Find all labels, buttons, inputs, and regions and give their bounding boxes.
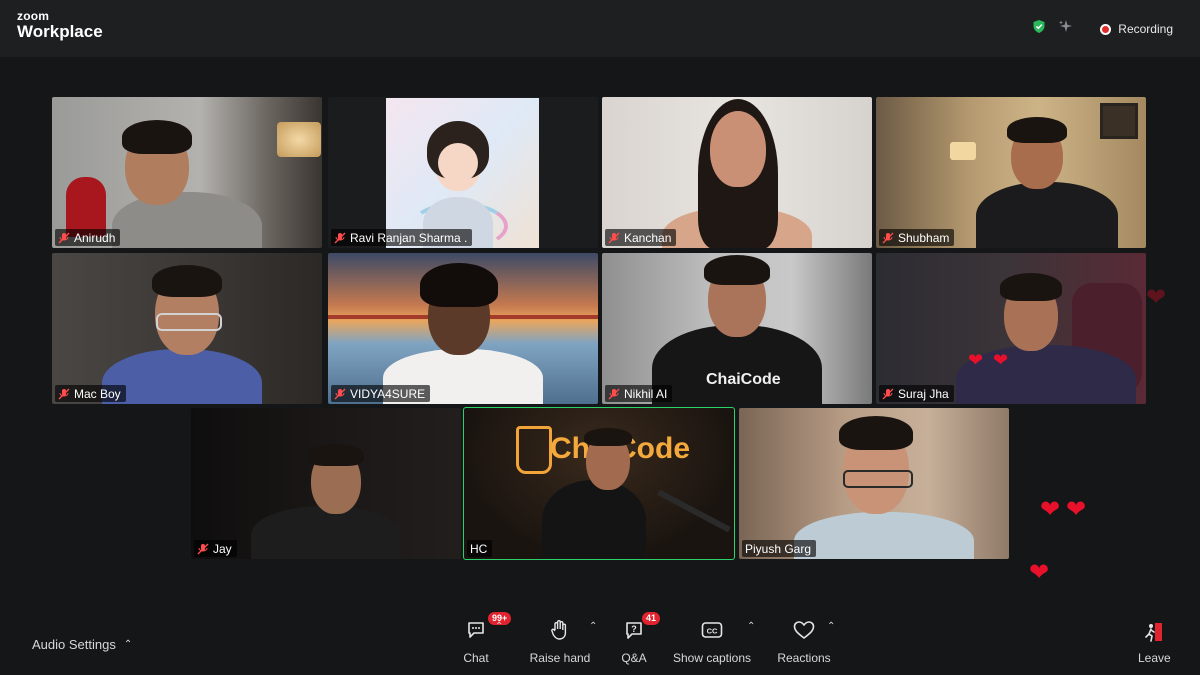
recording-indicator[interactable]: Recording [1100,22,1173,36]
participant-nametag: Piyush Garg [742,540,817,557]
closed-captions-icon: CC [701,622,723,638]
participant-name: VIDYA4SURE [350,386,426,401]
logo-zoom-text: zoom [17,9,50,23]
leave-label: Leave [1138,651,1171,665]
video-tile-ravi-ranjan-sharma[interactable]: Ravi Ranjan Sharma . [328,97,598,248]
mic-muted-icon [882,232,894,243]
video-tile-nikhil-ai[interactable]: ChaiCode Nikhil AI [602,253,872,404]
mic-muted-icon [58,388,70,399]
video-tile-jay[interactable]: Jay [191,408,461,559]
raise-hand-label: Raise hand [529,651,591,665]
heart-reaction-icon: ❤ [1066,496,1087,523]
participant-nametag: Kanchan [605,229,677,246]
encryption-shield-icon[interactable] [1033,20,1045,38]
chevron-up-icon[interactable]: ⌃ [827,621,835,632]
logo-workplace-text: Workplace [17,22,103,41]
recording-dot-icon [1100,23,1112,35]
show-captions-button[interactable]: CC ⌃ Show captions [671,617,755,669]
chevron-up-icon[interactable]: ⌃ [747,621,755,632]
video-tile-anirudh[interactable]: Anirudh [52,97,322,248]
participant-name: Nikhil AI [624,386,668,401]
participant-name: HC [470,541,488,556]
participant-name: Kanchan [624,230,672,245]
participant-name: Suraj Jha [898,386,949,401]
svg-text:CC: CC [707,627,718,636]
heart-reaction-icon: ❤ [1040,496,1061,523]
top-bar: zoom Workplace Recording [0,0,1200,57]
video-tile-suraj-jha[interactable]: Suraj Jha [876,253,1146,404]
app-logo: zoom Workplace [17,10,103,40]
audio-settings-label: Audio Settings [32,637,116,652]
participant-name: Ravi Ranjan Sharma . [350,230,468,245]
mic-muted-icon [334,232,346,243]
heart-reaction-icon: ❤ [1146,284,1167,311]
svg-text:?: ? [631,624,637,634]
mic-muted-icon [197,543,209,554]
mic-muted-icon [608,388,620,399]
video-tile-piyush-garg[interactable]: Piyush Garg [739,408,1009,559]
raise-hand-icon [551,620,567,640]
qa-count-badge: 41 [642,612,661,625]
participant-nametag: Jay [194,540,237,557]
video-tile-mac-boy[interactable]: Mac Boy [52,253,322,404]
chevron-up-icon[interactable]: ⌃ [124,639,132,650]
video-tile-shubham[interactable]: Shubham [876,97,1146,248]
mic-muted-icon [608,232,620,243]
participant-name: Shubham [898,230,950,245]
qa-icon: ? [626,622,642,639]
raise-hand-button[interactable]: ⌃ Raise hand [517,617,603,669]
show-captions-label: Show captions [672,651,752,665]
chat-label: Chat [463,651,489,665]
participant-nametag: Mac Boy [55,385,126,402]
participant-nametag: Suraj Jha [879,385,954,402]
video-tile-hc-active-speaker[interactable]: ChaiCode HC [463,407,735,560]
chat-button[interactable]: 99+ ⌃ Chat [455,612,512,669]
audio-settings-button[interactable]: Audio Settings ⌃ [32,637,132,652]
leave-button[interactable]: Leave [1138,621,1171,665]
participant-name: Piyush Garg [745,541,812,556]
video-tile-vidya4sure[interactable]: VIDYA4SURE [328,253,598,404]
ai-companion-sparkle-icon[interactable] [1059,20,1073,38]
qa-button[interactable]: ? 41 Q&A [609,612,661,669]
participant-nametag: VIDYA4SURE [331,385,431,402]
participant-nametag: HC [467,540,493,557]
chevron-up-icon[interactable]: ⌃ [589,621,597,632]
chat-icon [468,622,484,638]
video-tile-kanchan[interactable]: Kanchan [602,97,872,248]
reactions-button[interactable]: ⌃ Reactions [769,617,839,669]
video-gallery: Anirudh Ravi Ranjan Sharma . Kanchan Shu… [0,57,1200,597]
participant-nametag: Ravi Ranjan Sharma . [331,229,473,246]
participant-name: Mac Boy [74,386,121,401]
chevron-up-icon[interactable]: ⌃ [495,621,503,632]
qa-label: Q&A [621,651,647,665]
participant-nametag: Shubham [879,229,955,246]
heart-outline-icon [793,621,815,639]
participant-nametag: Anirudh [55,229,121,246]
meeting-controls-bar: Audio Settings ⌃ 99+ ⌃ Chat ⌃ Raise hand… [0,597,1200,675]
participant-name: Jay [213,541,232,556]
heart-reaction-icon: ❤ [993,350,1009,370]
mic-muted-icon [58,232,70,243]
participant-nametag: Nikhil AI [605,385,673,402]
recording-label: Recording [1118,22,1173,36]
reactions-label: Reactions [777,651,831,665]
mic-muted-icon [334,388,346,399]
mic-muted-icon [882,388,894,399]
leave-door-icon [1145,623,1163,642]
heart-reaction-icon: ❤ [1029,559,1050,586]
heart-reaction-icon: ❤ [968,350,984,370]
participant-name: Anirudh [74,230,116,245]
